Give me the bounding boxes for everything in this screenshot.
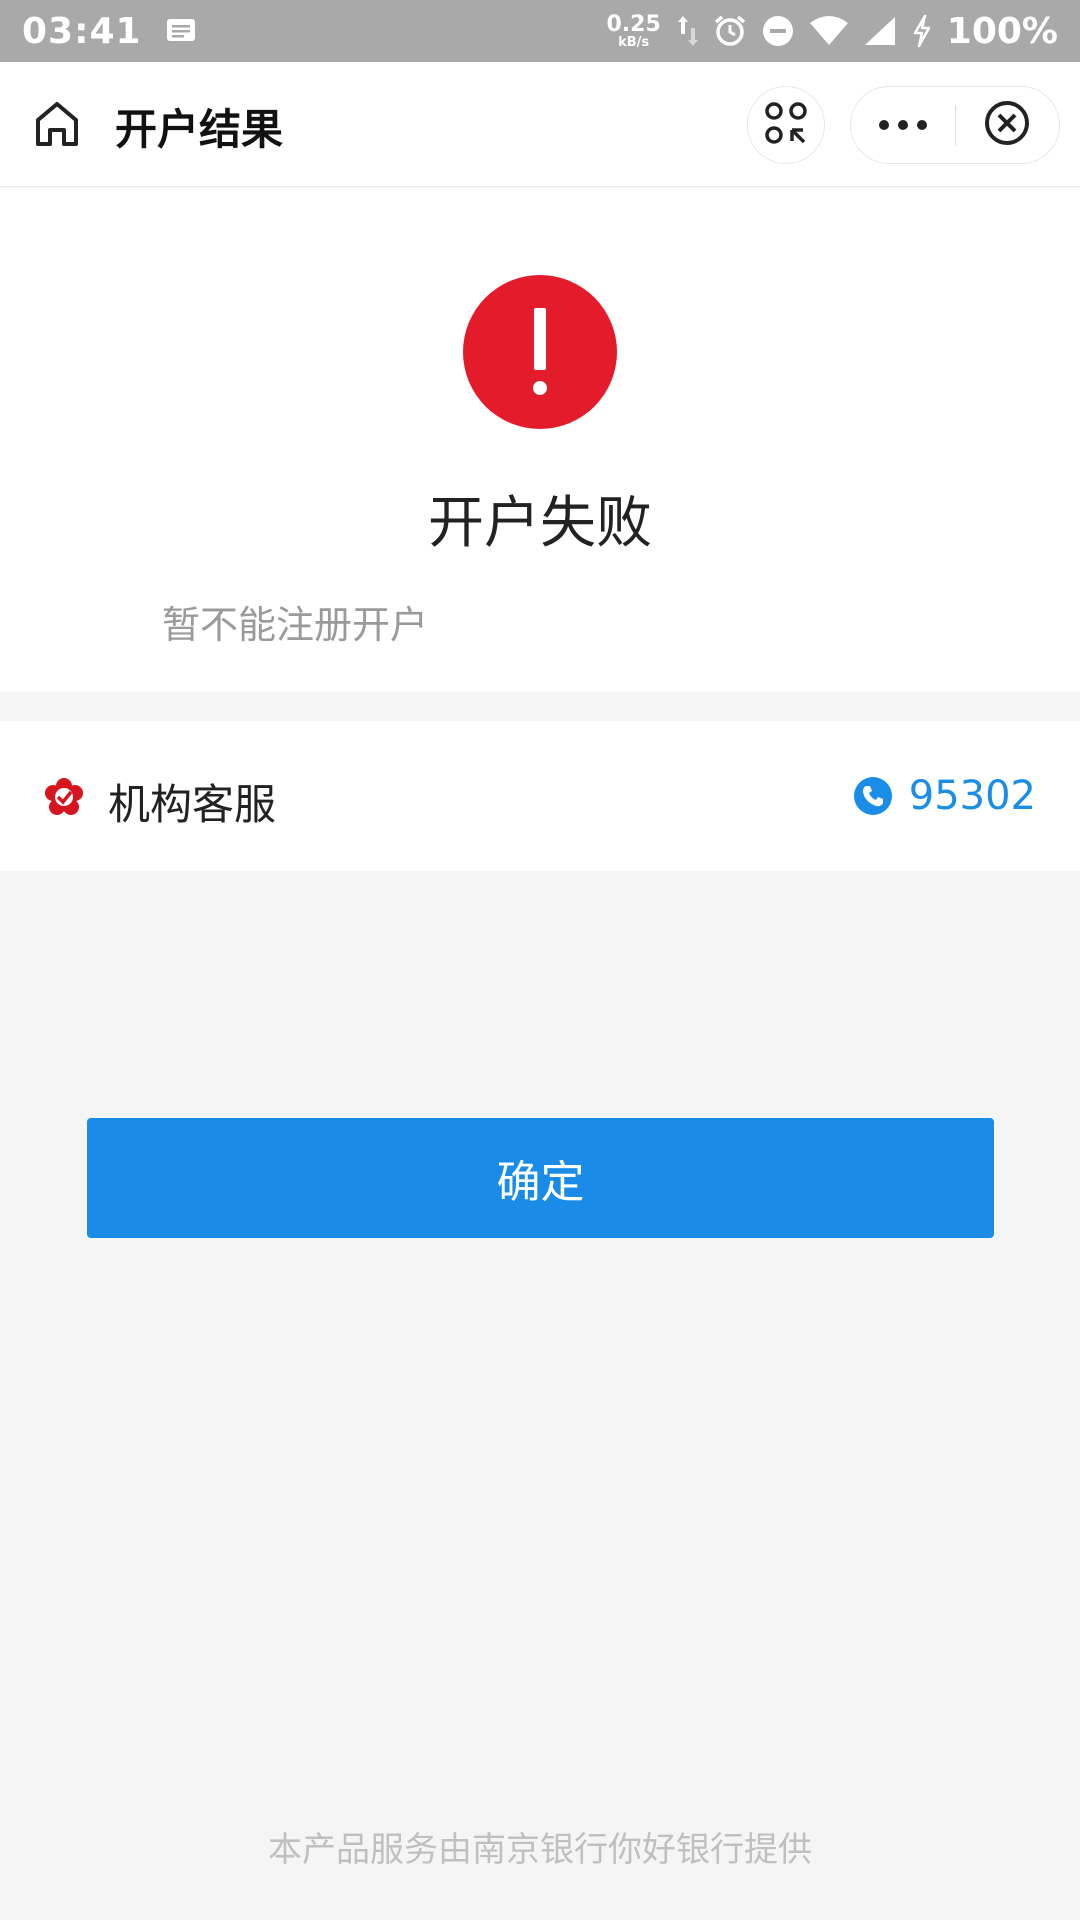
more-icon: [878, 116, 928, 135]
scan-button[interactable]: [747, 86, 825, 164]
alarm-icon: [713, 14, 747, 48]
signal-icon: [863, 15, 897, 47]
net-speed: 0.25 kB/s: [606, 11, 661, 50]
mini-program-capsule: [850, 86, 1060, 164]
confirm-button[interactable]: 确定: [87, 1118, 994, 1238]
phone-number: 95302: [908, 773, 1036, 819]
more-button[interactable]: [851, 86, 955, 164]
close-icon: [984, 100, 1030, 150]
status-right: 0.25 kB/s 100%: [607, 11, 1059, 52]
service-label: 机构客服: [108, 780, 277, 829]
footer-note: 本产品服务由南京银行你好银行提供: [268, 1830, 812, 1870]
home-icon[interactable]: [34, 100, 80, 148]
customer-service-row: 机构客服 95302: [0, 721, 1080, 871]
net-speed-value: 0.25: [606, 11, 661, 37]
wifi-icon: [809, 15, 849, 47]
battery-level: 100%: [946, 10, 1058, 52]
dnd-icon: [761, 14, 795, 48]
status-time: 03:41: [22, 10, 142, 52]
result-description: 暂不能注册开户: [162, 603, 429, 647]
result-title: 开户失败: [428, 491, 652, 556]
status-bar: 03:41 0.25 kB/s 100%: [0, 0, 1080, 62]
message-icon: [166, 18, 196, 44]
charging-icon: [911, 14, 933, 48]
service-phone-link[interactable]: 95302: [853, 773, 1036, 819]
phone-icon: [853, 776, 893, 816]
close-button[interactable]: [956, 86, 1060, 164]
title-bar: 开户结果: [0, 62, 1080, 187]
status-left: 03:41: [22, 11, 196, 52]
result-card: 开户失败 暂不能注册开户: [0, 188, 1080, 692]
page-title: 开户结果: [115, 105, 284, 154]
net-speed-unit: kB/s: [618, 34, 650, 50]
upload-download-icon: [677, 14, 699, 48]
scan-icon: [764, 101, 808, 149]
bank-logo-icon: [44, 777, 84, 817]
error-alert-icon: [463, 275, 617, 429]
